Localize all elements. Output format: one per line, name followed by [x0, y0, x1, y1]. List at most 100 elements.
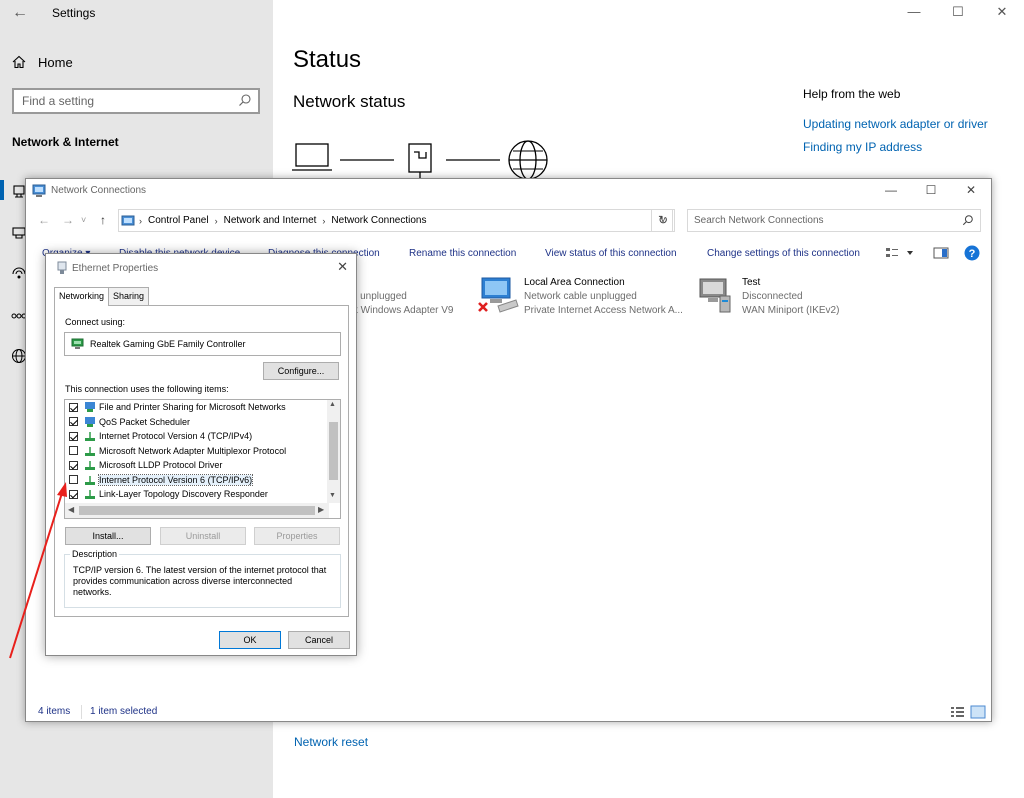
component-checkbox[interactable]	[69, 402, 78, 412]
protocol-icon	[85, 475, 95, 485]
tab-sharing[interactable]: Sharing	[108, 287, 150, 305]
rename-command[interactable]: Rename this connection	[409, 248, 516, 259]
wan-miniport-icon	[699, 278, 731, 313]
network-client-icon	[85, 402, 95, 412]
internet-globe-icon	[508, 140, 548, 178]
preview-pane-icon[interactable]	[933, 246, 949, 260]
view-status-command[interactable]: View status of this connection	[545, 248, 677, 259]
component-item[interactable]: Microsoft LLDP Protocol Driver	[69, 458, 222, 472]
component-checkbox[interactable]	[69, 460, 78, 470]
cancel-button[interactable]: Cancel	[288, 631, 350, 649]
component-label: File and Printer Sharing for Microsoft N…	[99, 402, 286, 412]
search-placeholder: Search Network Connections	[694, 215, 824, 226]
home-icon	[12, 55, 26, 69]
address-bar[interactable]: › Control Panel › Network and Internet ›…	[118, 209, 673, 232]
find-setting-input[interactable]: Find a setting	[12, 88, 260, 114]
connection-item-test[interactable]: Test Disconnected WAN Miniport (IKEv2)	[699, 276, 839, 318]
network-reset-link[interactable]: Network reset	[294, 735, 368, 749]
laptop-icon	[292, 143, 332, 171]
nc-minimize-button[interactable]: —	[871, 179, 911, 203]
search-network-connections-input[interactable]: Search Network Connections	[687, 209, 981, 232]
scroll-thumb[interactable]	[79, 506, 315, 515]
component-checkbox[interactable]	[69, 475, 78, 484]
breadcrumb-separator-icon: ›	[139, 215, 142, 226]
components-list: File and Printer Sharing for Microsoft N…	[64, 399, 341, 519]
nc-titlebar: Network Connections — ☐ ✕	[26, 179, 991, 203]
nc-navigation-row: ← → ˅ ↑ › Control Panel › Network and In…	[26, 208, 991, 234]
home-nav-item[interactable]: Home	[12, 53, 73, 71]
connection-status: Disconnected	[742, 291, 803, 302]
network-adapter-icon	[71, 338, 84, 349]
nc-close-button[interactable]: ✕	[951, 179, 991, 203]
selected-indicator	[0, 180, 4, 200]
component-item-selected[interactable]: Internet Protocol Version 6 (TCP/IPv6)	[69, 473, 254, 487]
description-group: Description TCP/IP version 6. The latest…	[64, 549, 341, 608]
minimize-button[interactable]: —	[892, 0, 936, 26]
search-icon[interactable]	[962, 214, 974, 226]
component-item[interactable]: QoS Packet Scheduler	[69, 415, 190, 429]
change-settings-command[interactable]: Change settings of this connection	[707, 248, 860, 259]
close-button[interactable]: ✕	[980, 0, 1024, 26]
component-checkbox[interactable]	[69, 417, 78, 426]
search-icon[interactable]	[238, 93, 252, 107]
breadcrumb-network-connections[interactable]: Network Connections	[331, 215, 426, 226]
back-arrow-icon[interactable]: ←	[12, 4, 28, 22]
dialog-tabs: Networking Sharing	[54, 287, 150, 306]
description-text: TCP/IP version 6. The latest version of …	[73, 565, 327, 597]
connection-device: Private Internet Access Network A...	[524, 305, 683, 316]
uninstall-button[interactable]: Uninstall	[160, 527, 246, 545]
connection-name: Local Area Connection	[524, 277, 625, 288]
scroll-right-icon[interactable]: ▶	[318, 505, 324, 514]
ethernet-properties-icon	[57, 261, 67, 274]
component-item[interactable]: Internet Protocol Version 4 (TCP/IPv4)	[69, 429, 252, 443]
maximize-button[interactable]: ☐	[936, 0, 980, 26]
nc-maximize-button[interactable]: ☐	[911, 179, 951, 203]
find-setting-placeholder: Find a setting	[22, 94, 95, 108]
ethernet-properties-dialog: Ethernet Properties ✕ Networking Sharing…	[45, 253, 357, 656]
horizontal-scrollbar[interactable]: ◀ ▶	[65, 503, 329, 518]
help-link-ip[interactable]: Finding my IP address	[803, 140, 922, 154]
component-checkbox[interactable]	[69, 431, 78, 441]
connection-item-local-area[interactable]: Local Area Connection Network cable unpl…	[478, 276, 683, 318]
forward-icon[interactable]: →	[62, 213, 74, 227]
scroll-thumb[interactable]	[329, 422, 338, 480]
component-item[interactable]: Microsoft Network Adapter Multiplexor Pr…	[69, 444, 286, 458]
component-label: Microsoft Network Adapter Multiplexor Pr…	[99, 445, 287, 456]
component-checkbox[interactable]	[69, 489, 78, 499]
configure-button[interactable]: Configure...	[263, 362, 339, 380]
component-checkbox[interactable]	[69, 446, 78, 455]
protocol-icon	[85, 490, 95, 499]
connection-item-ethernet[interactable]: ble unplugged ark Windows Adapter V9	[344, 290, 454, 318]
recent-dropdown-icon[interactable]: ˅	[81, 215, 86, 225]
scroll-up-icon[interactable]: ▲	[329, 401, 336, 408]
help-link-adapter[interactable]: Updating network adapter or driver	[803, 117, 988, 131]
component-item[interactable]: Link-Layer Topology Discovery Responder	[69, 487, 268, 501]
network-status-diagram	[292, 140, 548, 178]
breadcrumb-network-internet[interactable]: Network and Internet	[224, 215, 317, 226]
component-item[interactable]: File and Printer Sharing for Microsoft N…	[69, 400, 286, 414]
dialog-close-button[interactable]: ✕	[337, 259, 348, 275]
view-toggle-icons[interactable]	[949, 705, 987, 719]
back-icon[interactable]: ←	[38, 213, 50, 227]
properties-button[interactable]: Properties	[254, 527, 340, 545]
protocol-icon	[85, 432, 95, 441]
scroll-left-icon[interactable]: ◀	[68, 505, 74, 514]
networking-panel: Connect using: Realtek Gaming GbE Family…	[54, 305, 349, 617]
scroll-down-icon[interactable]: ▼	[329, 492, 336, 499]
tab-networking[interactable]: Networking	[54, 287, 110, 306]
install-button[interactable]: Install...	[65, 527, 151, 545]
help-icon[interactable]: ?	[964, 245, 980, 261]
settings-window-controls: — ☐ ✕	[892, 0, 1024, 26]
ok-button[interactable]: OK	[219, 631, 281, 649]
refresh-button[interactable]: ↻	[651, 209, 675, 232]
connection-device: ark Windows Adapter V9	[344, 305, 454, 316]
control-panel-icon	[121, 215, 135, 225]
connection-status: ble unplugged	[344, 291, 407, 302]
network-adapter-disconnected-icon	[478, 277, 519, 313]
component-label: Internet Protocol Version 4 (TCP/IPv4)	[99, 431, 253, 441]
change-view-icon[interactable]	[885, 246, 919, 260]
selected-count: 1 item selected	[90, 706, 158, 717]
breadcrumb-control-panel[interactable]: Control Panel	[148, 215, 209, 226]
up-icon[interactable]: ↑	[100, 213, 106, 227]
vertical-scrollbar[interactable]: ▲ ▼	[327, 400, 340, 503]
